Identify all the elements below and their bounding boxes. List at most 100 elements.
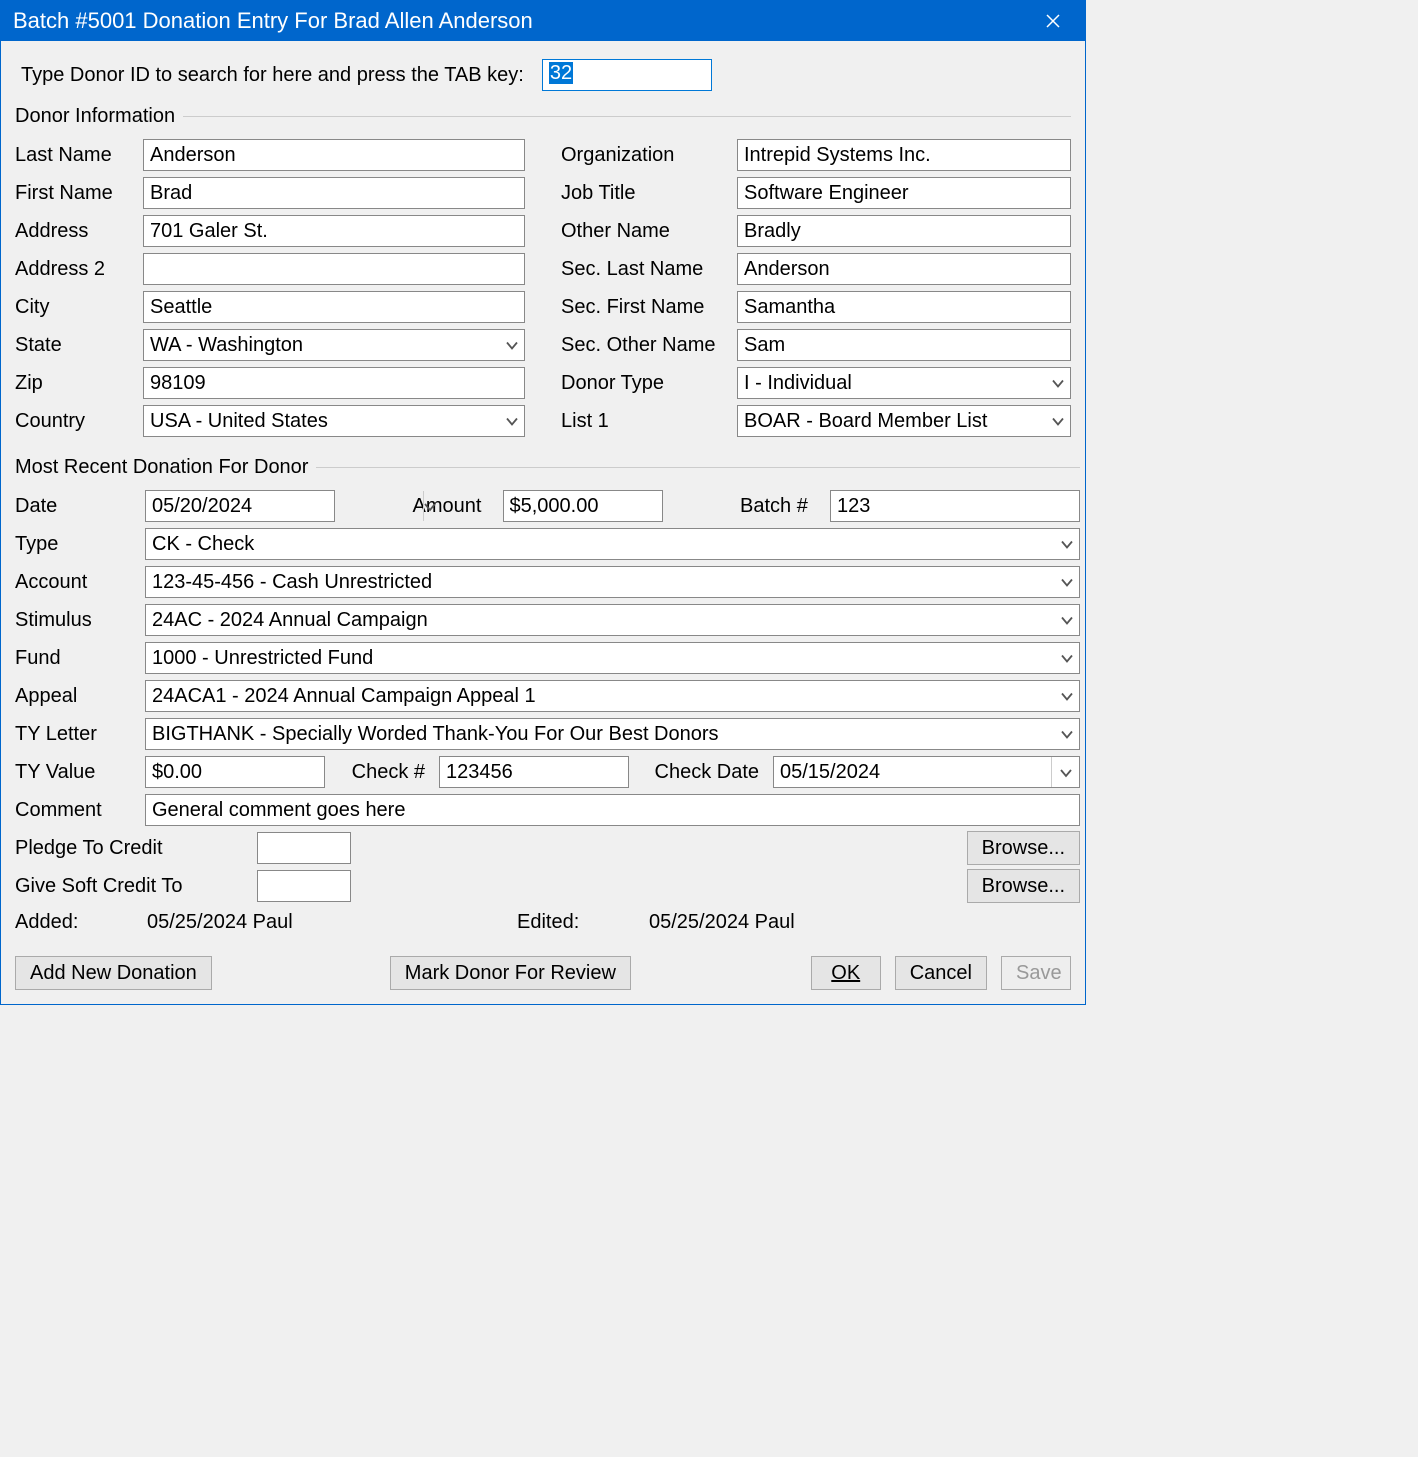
soft-credit-input[interactable]	[257, 870, 351, 902]
pledge-input[interactable]	[257, 832, 351, 864]
date-dropdown-button[interactable]	[423, 491, 436, 521]
add-new-donation-button[interactable]: Add New Donation	[15, 956, 212, 990]
ty-value-label: TY Value	[15, 761, 135, 784]
cancel-button[interactable]: Cancel	[895, 956, 987, 990]
recent-donation-legend: Most Recent Donation For Donor	[13, 456, 316, 479]
amount-input[interactable]	[503, 490, 663, 522]
check-date-label: Check Date	[639, 761, 759, 784]
fund-value: 1000 - Unrestricted Fund	[152, 647, 373, 670]
batch-input[interactable]	[830, 490, 1080, 522]
sec-last-label: Sec. Last Name	[561, 258, 737, 281]
account-label: Account	[15, 571, 135, 594]
ok-button[interactable]: OK	[811, 956, 881, 990]
fund-dropdown[interactable]: 1000 - Unrestricted Fund	[145, 642, 1080, 674]
list1-dropdown[interactable]: BOAR - Board Member List	[737, 405, 1071, 437]
dialog-window: Batch #5001 Donation Entry For Brad Alle…	[0, 0, 1086, 1005]
window-title: Batch #5001 Donation Entry For Brad Alle…	[13, 8, 1033, 34]
first-name-input[interactable]	[143, 177, 525, 209]
first-name-label: First Name	[15, 182, 143, 205]
donor-info-group: Donor Information Last Name First Name A…	[15, 105, 1071, 446]
chevron-down-icon	[1052, 410, 1064, 433]
type-dropdown[interactable]: CK - Check	[145, 528, 1080, 560]
chevron-down-icon	[506, 410, 518, 433]
country-dropdown[interactable]: USA - United States	[143, 405, 525, 437]
sec-last-input[interactable]	[737, 253, 1071, 285]
comment-input[interactable]	[145, 794, 1080, 826]
date-picker[interactable]	[145, 490, 335, 522]
other-name-input[interactable]	[737, 215, 1071, 247]
last-name-label: Last Name	[15, 144, 143, 167]
stimulus-value: 24AC - 2024 Annual Campaign	[152, 609, 428, 632]
date-input[interactable]	[146, 491, 423, 521]
job-input[interactable]	[737, 177, 1071, 209]
city-label: City	[15, 296, 143, 319]
chevron-down-icon	[424, 495, 436, 518]
search-label: Type Donor ID to search for here and pre…	[21, 64, 524, 87]
soft-credit-browse-button[interactable]: Browse...	[967, 869, 1080, 903]
list1-label: List 1	[561, 410, 737, 433]
chevron-down-icon	[1061, 609, 1073, 632]
appeal-label: Appeal	[15, 685, 135, 708]
list1-value: BOAR - Board Member List	[744, 410, 987, 433]
type-value: CK - Check	[152, 533, 254, 556]
appeal-dropdown[interactable]: 24ACA1 - 2024 Annual Campaign Appeal 1	[145, 680, 1080, 712]
titlebar: Batch #5001 Donation Entry For Brad Alle…	[1, 1, 1085, 41]
account-value: 123-45-456 - Cash Unrestricted	[152, 571, 432, 594]
batch-label: Batch #	[740, 495, 820, 518]
stimulus-dropdown[interactable]: 24AC - 2024 Annual Campaign	[145, 604, 1080, 636]
stimulus-label: Stimulus	[15, 609, 135, 632]
last-name-input[interactable]	[143, 139, 525, 171]
appeal-value: 24ACA1 - 2024 Annual Campaign Appeal 1	[152, 685, 536, 708]
other-name-label: Other Name	[561, 220, 737, 243]
type-label: Type	[15, 533, 135, 556]
pledge-label: Pledge To Credit	[15, 837, 247, 860]
check-date-dropdown-button[interactable]	[1051, 757, 1079, 787]
save-button[interactable]: Save	[1001, 956, 1071, 990]
donor-right-column: Organization Job Title Other Name Sec. L…	[561, 134, 1071, 442]
soft-credit-label: Give Soft Credit To	[15, 875, 247, 898]
close-button[interactable]	[1033, 1, 1073, 41]
mark-for-review-button[interactable]: Mark Donor For Review	[390, 956, 631, 990]
ty-letter-label: TY Letter	[15, 723, 135, 746]
chevron-down-icon	[1061, 533, 1073, 556]
comment-label: Comment	[15, 799, 135, 822]
check-date-input[interactable]	[774, 757, 1051, 787]
donor-type-dropdown[interactable]: I - Individual	[737, 367, 1071, 399]
chevron-down-icon	[1061, 571, 1073, 594]
search-row: Type Donor ID to search for here and pre…	[15, 51, 1071, 105]
org-input[interactable]	[737, 139, 1071, 171]
account-dropdown[interactable]: 123-45-456 - Cash Unrestricted	[145, 566, 1080, 598]
edited-label: Edited:	[517, 911, 649, 934]
sec-other-label: Sec. Other Name	[561, 334, 737, 357]
zip-input[interactable]	[143, 367, 525, 399]
donor-id-search-input[interactable]: 32	[542, 59, 712, 91]
close-icon	[1045, 13, 1061, 29]
country-label: Country	[15, 410, 143, 433]
added-label: Added:	[15, 911, 147, 934]
fund-label: Fund	[15, 647, 135, 670]
address-input[interactable]	[143, 215, 525, 247]
city-input[interactable]	[143, 291, 525, 323]
recent-donation-group: Most Recent Donation For Donor Date Amou…	[15, 456, 1080, 938]
state-label: State	[15, 334, 143, 357]
ty-letter-value: BIGTHANK - Specially Worded Thank-You Fo…	[152, 723, 719, 746]
ty-letter-dropdown[interactable]: BIGTHANK - Specially Worded Thank-You Fo…	[145, 718, 1080, 750]
chevron-down-icon	[1061, 647, 1073, 670]
added-value: 05/25/2024 Paul	[147, 911, 517, 934]
state-value: WA - Washington	[150, 334, 303, 357]
sec-first-input[interactable]	[737, 291, 1071, 323]
chevron-down-icon	[1061, 685, 1073, 708]
check-date-picker[interactable]	[773, 756, 1080, 788]
check-no-label: Check #	[335, 761, 425, 784]
chevron-down-icon	[1052, 372, 1064, 395]
sec-other-input[interactable]	[737, 329, 1071, 361]
date-label: Date	[15, 495, 135, 518]
address2-input[interactable]	[143, 253, 525, 285]
pledge-browse-button[interactable]: Browse...	[967, 831, 1080, 865]
sec-first-label: Sec. First Name	[561, 296, 737, 319]
donor-left-column: Last Name First Name Address Address 2 C…	[15, 134, 525, 442]
ty-value-input[interactable]	[145, 756, 325, 788]
check-no-input[interactable]	[439, 756, 629, 788]
edited-value: 05/25/2024 Paul	[649, 911, 1019, 934]
state-dropdown[interactable]: WA - Washington	[143, 329, 525, 361]
